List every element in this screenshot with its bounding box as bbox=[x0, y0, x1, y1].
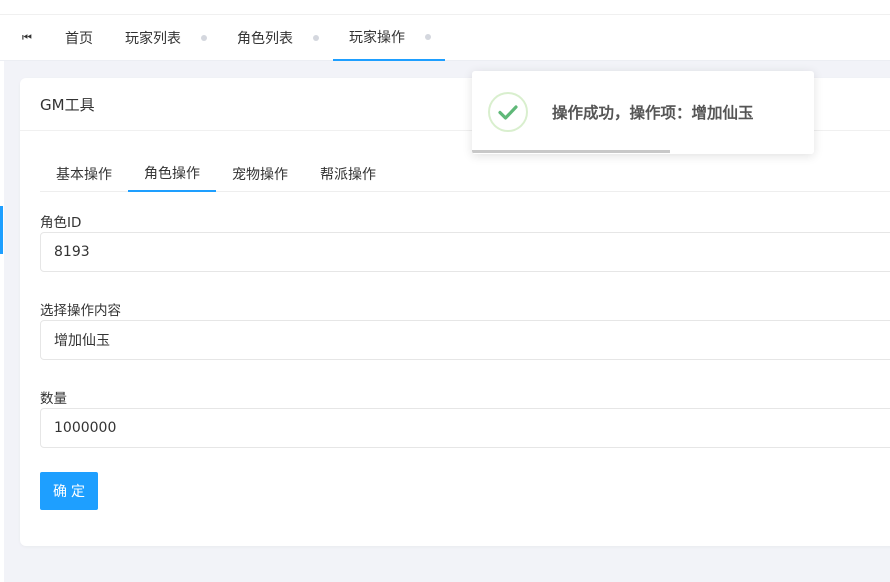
page-tab-bar: ⏮ 首页 玩家列表 角色列表 玩家操作 bbox=[0, 15, 890, 61]
subtab-role[interactable]: 角色操作 bbox=[128, 155, 216, 192]
toast-progress-track bbox=[472, 150, 814, 154]
card-title-text: GM工具 bbox=[40, 95, 95, 114]
tab-label: 玩家操作 bbox=[349, 30, 405, 46]
tab-player-list[interactable]: 玩家列表 bbox=[125, 15, 207, 61]
success-check-icon bbox=[488, 92, 528, 132]
sidebar-active-indicator bbox=[0, 206, 3, 254]
operation-subtabs: 基本操作 角色操作 宠物操作 帮派操作 bbox=[40, 155, 890, 192]
tab-label: 首页 bbox=[65, 31, 93, 47]
subtab-basic[interactable]: 基本操作 bbox=[40, 155, 128, 192]
action-selected-value: 增加仙玉 bbox=[54, 333, 110, 349]
subtab-guild[interactable]: 帮派操作 bbox=[304, 155, 392, 192]
subtab-label: 宠物操作 bbox=[232, 166, 288, 183]
toast-message: 操作成功，操作项：增加仙玉 bbox=[552, 104, 754, 122]
role-id-input[interactable] bbox=[40, 232, 890, 272]
tab-label: 角色列表 bbox=[237, 31, 293, 47]
tab-player-operation[interactable]: 玩家操作 bbox=[333, 15, 445, 61]
subtab-label: 帮派操作 bbox=[320, 166, 376, 183]
action-select[interactable]: 增加仙玉 bbox=[40, 320, 890, 360]
tab-label: 玩家列表 bbox=[125, 31, 181, 47]
success-toast: 操作成功，操作项：增加仙玉 bbox=[472, 71, 814, 154]
tab-close-dot-icon[interactable] bbox=[201, 35, 207, 41]
subtab-pet[interactable]: 宠物操作 bbox=[216, 155, 304, 192]
first-page-icon[interactable]: ⏮ bbox=[12, 15, 42, 61]
confirm-button[interactable]: 确定 bbox=[40, 472, 98, 510]
toast-progress-bar bbox=[472, 150, 671, 153]
tab-role-list[interactable]: 角色列表 bbox=[237, 15, 319, 61]
action-label: 选择操作内容 bbox=[40, 303, 121, 319]
subtab-label: 基本操作 bbox=[56, 166, 112, 183]
left-sidebar-edge bbox=[0, 61, 4, 582]
role-id-label: 角色ID bbox=[40, 215, 82, 231]
tab-close-dot-icon[interactable] bbox=[313, 35, 319, 41]
top-header-bar bbox=[0, 0, 890, 15]
amount-label: 数量 bbox=[40, 391, 67, 407]
amount-input[interactable] bbox=[40, 408, 890, 448]
tab-close-dot-icon[interactable] bbox=[425, 34, 431, 40]
subtab-label: 角色操作 bbox=[144, 165, 200, 182]
tab-home[interactable]: 首页 bbox=[65, 15, 93, 61]
